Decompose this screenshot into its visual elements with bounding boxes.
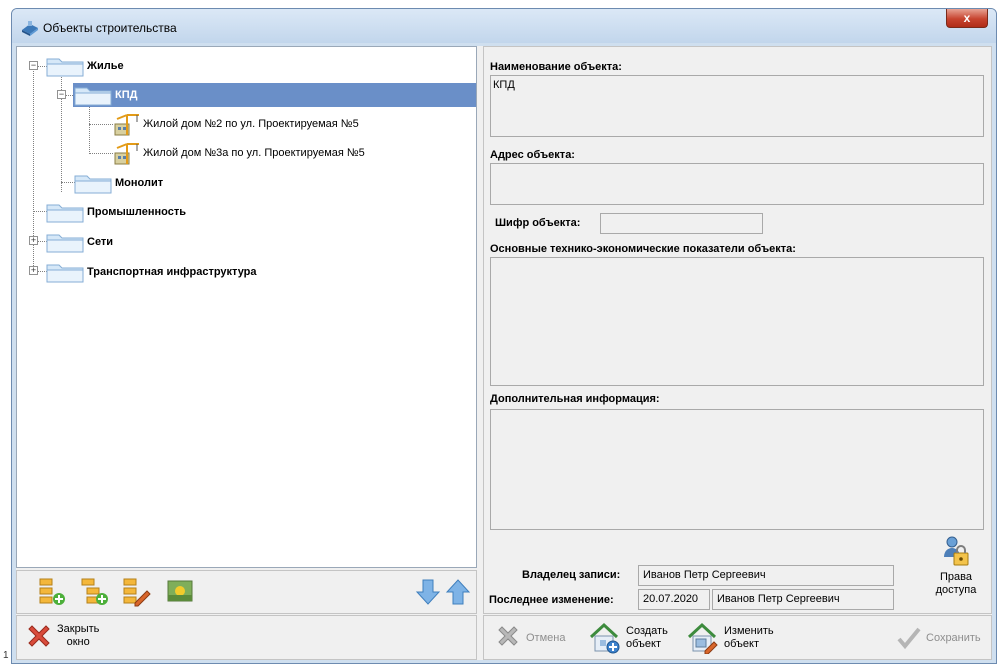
create-object-button[interactable]: Создать объект xyxy=(588,622,668,654)
owner-label: Владелец записи: xyxy=(522,569,621,581)
cancel-label: Отмена xyxy=(526,631,566,644)
tree-node-monolit[interactable]: Монолит xyxy=(73,171,163,195)
folder-icon xyxy=(46,58,84,77)
tree-node-industry[interactable]: Промышленность xyxy=(45,200,186,224)
page-number: 1 xyxy=(3,650,9,661)
create-object-label-line1: Создать xyxy=(626,625,668,637)
folder-icon xyxy=(46,264,84,283)
additional-info-field[interactable] xyxy=(490,409,984,530)
left-bottom-bar: Закрыть окно xyxy=(16,615,477,660)
edit-object-label-line2: объект xyxy=(724,638,760,650)
object-details-panel: Наименование объекта: КПД Адрес объекта:… xyxy=(483,46,992,614)
modified-label: Последнее изменение: xyxy=(489,594,614,606)
tree-node-house-2[interactable]: Жилой дом №2 по ул. Проектируемая №5 xyxy=(109,112,359,136)
create-object-label-line2: объект xyxy=(626,638,662,650)
tree-node-transport[interactable]: Транспортная инфраструктура xyxy=(45,260,257,284)
tree-expander-transport[interactable]: + xyxy=(29,266,38,275)
main-window: Объекты строительства x − − + + Жилье КП… xyxy=(11,8,997,664)
modified-user-field: Иванов Петр Сергеевич xyxy=(712,589,894,610)
tree-node-label: Жилье xyxy=(87,60,124,72)
code-field[interactable] xyxy=(600,213,763,234)
user-lock-icon xyxy=(944,536,969,566)
tree-node-label: КПД xyxy=(115,89,138,101)
house-edit-icon xyxy=(687,622,718,654)
address-field[interactable] xyxy=(490,163,984,205)
window-title: Объекты строительства xyxy=(43,21,177,35)
tree-connector xyxy=(89,106,90,154)
owner-field: Иванов Петр Сергеевич xyxy=(638,565,894,586)
close-icon xyxy=(28,625,50,647)
tree-node-zhile[interactable]: Жилье xyxy=(45,54,124,78)
additional-info-label: Дополнительная информация: xyxy=(490,393,660,405)
address-label: Адрес объекта: xyxy=(490,149,575,161)
name-field[interactable]: КПД xyxy=(490,75,984,137)
action-bar: Отмена Создать объект Изменить объект Со… xyxy=(483,615,992,660)
tree-expander-seti[interactable]: + xyxy=(29,236,38,245)
folder-icon xyxy=(74,175,112,194)
tree-node-kpd[interactable]: КПД xyxy=(73,83,476,107)
construction-crane-icon xyxy=(114,114,139,136)
tree-toolbar xyxy=(16,570,477,614)
tree-node-house-3a[interactable]: Жилой дом №3а по ул. Проектируемая №5 xyxy=(109,141,365,165)
indicators-field[interactable] xyxy=(490,257,984,386)
tree-node-label: Жилой дом №3а по ул. Проектируемая №5 xyxy=(143,147,365,159)
tree-node-label: Транспортная инфраструктура xyxy=(87,266,257,278)
object-tree[interactable]: − − + + Жилье КПД Жилой дом №2 по ул. Пр… xyxy=(17,47,476,567)
house-add-icon xyxy=(589,622,620,654)
folder-icon xyxy=(74,87,112,106)
tree-expander-kpd[interactable]: − xyxy=(57,90,66,99)
tree-expander-zhile[interactable]: − xyxy=(29,61,38,70)
edit-object-button[interactable]: Изменить объект xyxy=(686,622,774,654)
access-rights-label-line2: доступа xyxy=(935,584,977,596)
object-tree-panel: − − + + Жилье КПД Жилой дом №2 по ул. Пр… xyxy=(16,46,477,568)
close-window-label-line1: Закрыть xyxy=(57,623,100,635)
title-bar[interactable]: Объекты строительства x xyxy=(12,9,996,43)
client-area: − − + + Жилье КПД Жилой дом №2 по ул. Пр… xyxy=(16,46,992,660)
add-child-node-icon[interactable] xyxy=(37,577,67,607)
folder-icon xyxy=(46,234,84,253)
save-button[interactable]: Сохранить xyxy=(896,626,981,650)
checkmark-icon xyxy=(897,627,921,650)
modified-date-field: 20.07.2020 xyxy=(638,589,710,610)
code-label: Шифр объекта: xyxy=(495,217,581,229)
image-icon[interactable] xyxy=(165,577,195,607)
window-close-button[interactable]: x xyxy=(946,9,988,28)
edit-object-label-line1: Изменить xyxy=(724,625,774,637)
folder-icon xyxy=(46,204,84,223)
tree-node-networks[interactable]: Сети xyxy=(45,230,113,254)
move-down-icon[interactable] xyxy=(413,577,443,607)
cancel-button[interactable]: Отмена xyxy=(494,626,565,650)
move-up-icon[interactable] xyxy=(443,577,473,607)
access-rights-label-line1: Права xyxy=(940,571,972,583)
name-label: Наименование объекта: xyxy=(490,61,622,73)
cancel-icon xyxy=(498,626,518,646)
tree-node-label: Промышленность xyxy=(87,206,186,218)
edit-node-icon[interactable] xyxy=(121,577,151,607)
access-rights-button[interactable]: Права доступа xyxy=(930,535,982,597)
buildings-app-icon xyxy=(22,21,38,36)
add-sibling-node-icon[interactable] xyxy=(79,577,109,607)
indicators-label: Основные технико-экономические показател… xyxy=(490,243,796,255)
close-window-label-line2: окно xyxy=(66,636,90,648)
construction-crane-icon xyxy=(114,143,139,165)
tree-node-label: Сети xyxy=(87,236,114,248)
tree-node-label: Монолит xyxy=(115,177,164,189)
save-label: Сохранить xyxy=(926,631,981,644)
close-window-button[interactable]: Закрыть окно xyxy=(25,622,99,650)
tree-node-label: Жилой дом №2 по ул. Проектируемая №5 xyxy=(143,118,359,130)
